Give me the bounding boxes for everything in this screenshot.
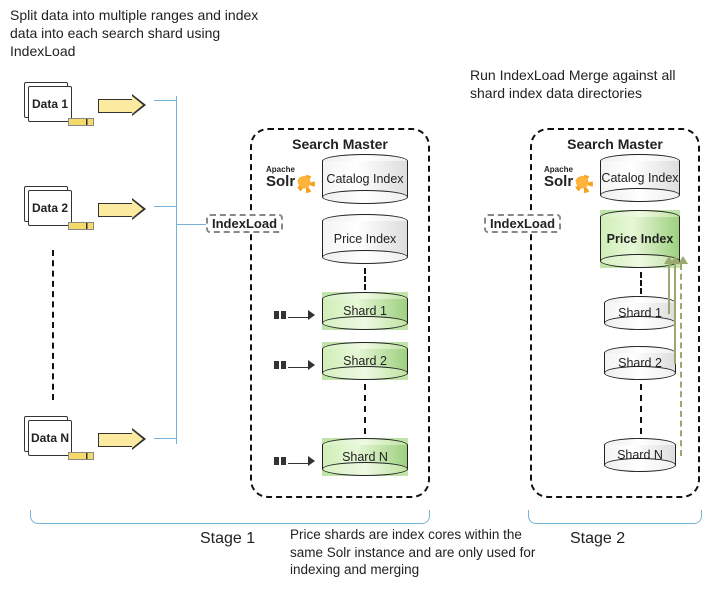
solr-text: Solr [266, 173, 295, 190]
cylinder-label: Price Index [322, 233, 408, 247]
dotted-connector [640, 384, 642, 434]
brace-connector [154, 206, 176, 207]
cylinder-shard-2: Shard 2 [322, 342, 408, 380]
data-file-label: Data 1 [32, 97, 68, 111]
cylinder-catalog-index: Catalog Index [600, 154, 680, 202]
data-file-n: Data N [28, 420, 88, 460]
cylinder-catalog-index: Catalog Index [322, 154, 408, 204]
stage2-title: Search Master [530, 136, 700, 152]
solr-prefix: Apache [544, 166, 593, 173]
data-file-label: Data N [31, 431, 69, 445]
stage1-bracket [30, 510, 430, 524]
dotted-connector [640, 272, 642, 294]
arrow-icon [98, 198, 148, 220]
pipe-arrow-icon [274, 306, 315, 316]
solr-logo: Apache Solr [544, 166, 593, 193]
pencil-icon [68, 452, 94, 460]
indexload-label: IndexLoad [206, 214, 283, 233]
cylinder-label: Shard 2 [322, 355, 408, 369]
brace-connector [154, 438, 176, 439]
arrow-icon [98, 94, 148, 116]
brace-connector [154, 100, 176, 101]
dotted-connector [364, 268, 366, 290]
caption-top-left: Split data into multiple ranges and inde… [10, 6, 270, 61]
solr-prefix: Apache [266, 166, 315, 173]
cylinder-shard-1: Shard 1 [322, 292, 408, 330]
data-file-label: Data 2 [32, 201, 68, 215]
cylinder-label: Catalog Index [322, 173, 408, 187]
cylinder-label: Shard 2 [604, 357, 676, 371]
dotted-connector [364, 384, 366, 434]
cylinder-shard-1: Shard 1 [604, 296, 676, 330]
cylinder-label: Shard N [322, 451, 408, 465]
stage2-label: Stage 2 [570, 530, 625, 548]
data-file-1: Data 1 [28, 86, 88, 126]
cylinder-label: Price Index [600, 233, 680, 247]
brace-connector [176, 224, 206, 225]
cylinder-label: Shard 1 [604, 307, 676, 321]
pipe-arrow-icon [274, 356, 315, 366]
cylinder-price-index: Price Index [322, 214, 408, 264]
arrow-icon [98, 428, 148, 450]
solr-text: Solr [544, 173, 573, 190]
stage1-title: Search Master [250, 136, 430, 152]
caption-bottom: Price shards are index cores within the … [290, 526, 540, 579]
stage2-bracket [528, 510, 702, 524]
sun-icon [297, 175, 315, 193]
cylinder-shard-2: Shard 2 [604, 346, 676, 380]
data-file-2: Data 2 [28, 190, 88, 230]
cylinder-label: Catalog Index [600, 172, 680, 186]
stage1-label: Stage 1 [200, 530, 255, 548]
cylinder-shard-n: Shard N [322, 438, 408, 476]
pencil-icon [68, 222, 94, 230]
pipe-arrow-icon [274, 452, 315, 462]
cylinder-label: Shard 1 [322, 305, 408, 319]
merge-arrow-icon [680, 264, 682, 456]
indexload-label: IndexLoad [484, 214, 561, 233]
caption-top-right: Run IndexLoad Merge against all shard in… [470, 66, 710, 102]
pencil-icon [68, 118, 94, 126]
sun-icon [575, 175, 593, 193]
brace-line [176, 96, 177, 444]
vertical-ellipsis [52, 250, 54, 400]
merge-arrow-icon [674, 264, 676, 364]
merge-arrow-icon [668, 264, 670, 314]
cylinder-shard-n: Shard N [604, 438, 676, 472]
solr-logo: Apache Solr [266, 166, 315, 193]
cylinder-label: Shard N [604, 449, 676, 463]
